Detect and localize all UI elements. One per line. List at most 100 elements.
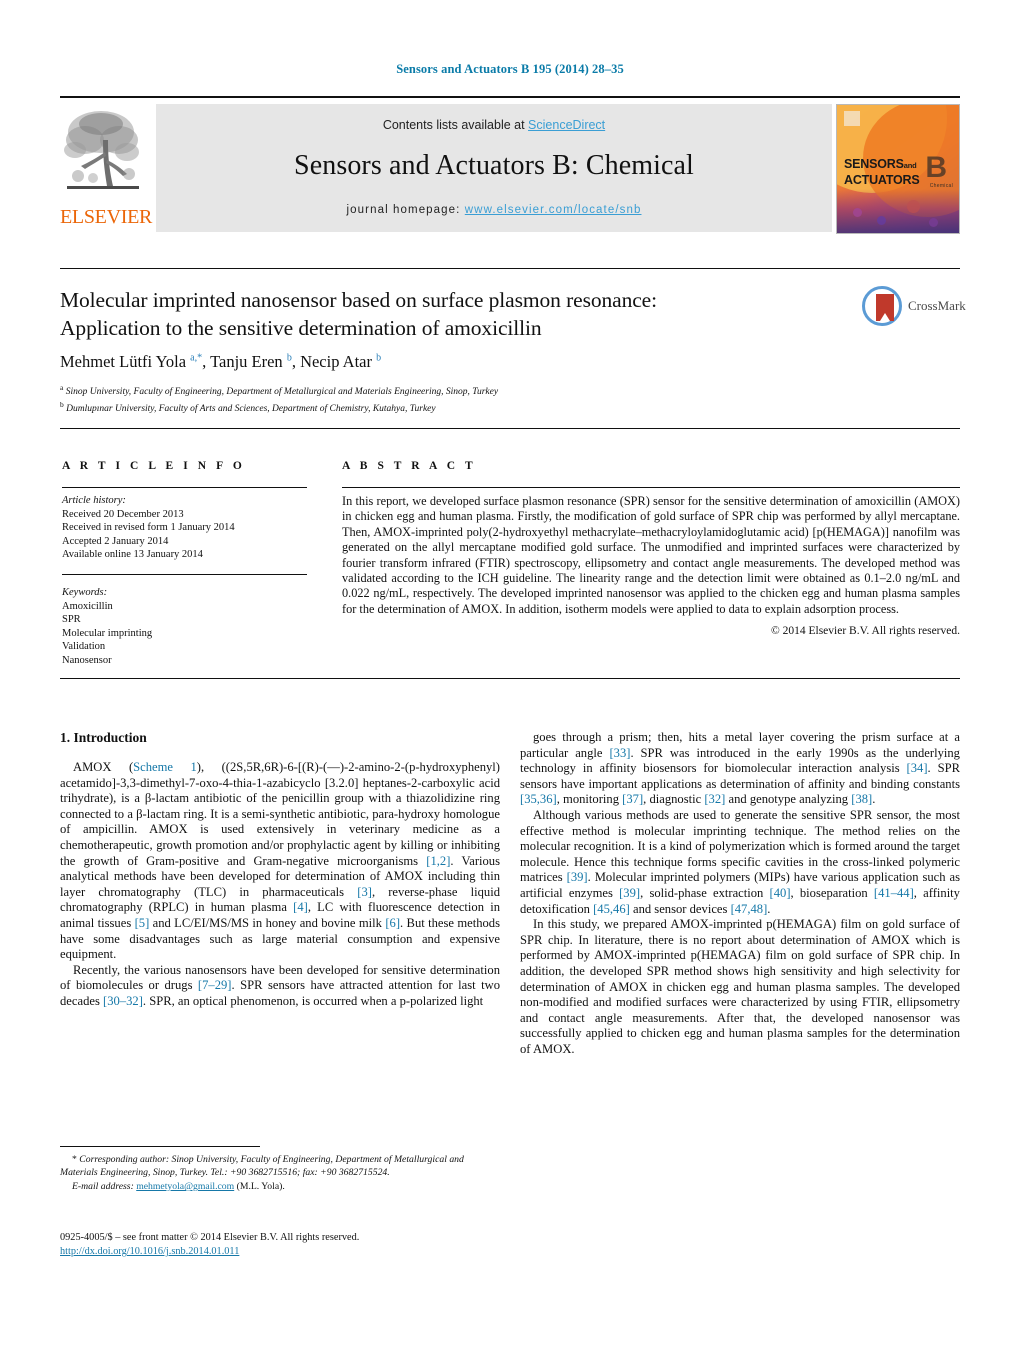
masthead-band: Contents lists available at ScienceDirec…	[156, 104, 832, 232]
citation-ref[interactable]: [5]	[135, 916, 150, 930]
cover-volume-subtitle: Chemical	[929, 183, 953, 189]
citation-ref[interactable]: [38]	[851, 792, 872, 806]
abstract-body: In this report, we developed surface pla…	[342, 494, 960, 640]
citation-ref[interactable]: [40]	[770, 886, 791, 900]
citation-ref[interactable]: [39]	[567, 870, 588, 884]
citation-ref[interactable]: [32]	[704, 792, 725, 806]
body-column-right: goes through a prism; then, hits a metal…	[520, 730, 960, 1057]
issn-copyright-block: 0925-4005/$ – see front matter © 2014 El…	[60, 1231, 520, 1259]
abstract-heading: A B S T R A C T	[342, 460, 477, 472]
body-column-left: 1. Introduction AMOX (Scheme 1), ((2S,5R…	[60, 730, 500, 1010]
journal-cover-thumbnail[interactable]: SENSORSand ACTUATORS B Chemical	[836, 104, 960, 234]
corresponding-label: Corresponding author:	[79, 1154, 170, 1165]
corresponding-marker: *	[72, 1154, 77, 1165]
paragraph: In this study, we prepared AMOX-imprinte…	[520, 917, 960, 1056]
article-history-item: Available online 13 January 2014	[62, 549, 203, 561]
citation-ref[interactable]: [37]	[622, 792, 643, 806]
abstract-copyright: © 2014 Elsevier B.V. All rights reserved…	[771, 625, 960, 638]
keywords-label: Keywords:	[62, 586, 108, 598]
corresponding-author-line: * Corresponding author: Sinop University…	[60, 1154, 500, 1179]
doi-link[interactable]: http://dx.doi.org/10.1016/j.snb.2014.01.…	[60, 1246, 239, 1257]
citation-ref[interactable]: [30–32]	[103, 994, 143, 1008]
citation-ref[interactable]: [4]	[293, 900, 308, 914]
article-info-heading: A R T I C L E I N F O	[62, 460, 246, 472]
keyword-item: SPR	[62, 614, 81, 626]
cover-spark-3	[907, 200, 920, 213]
citation-ref[interactable]: [33]	[609, 746, 630, 760]
journal-homepage-link[interactable]: www.elsevier.com/locate/snb	[465, 204, 642, 216]
page-title: Molecular imprinted nanosensor based on …	[60, 288, 657, 340]
email-owner: (M.L. Yola).	[236, 1181, 285, 1193]
citation-ref[interactable]: [6]	[385, 916, 400, 930]
running-head: Sensors and Actuators B 195 (2014) 28–35	[396, 62, 624, 76]
citation-ref[interactable]: [34]	[907, 761, 928, 775]
citation-ref[interactable]: [35,36]	[520, 792, 557, 806]
email-label: E-mail address:	[72, 1181, 134, 1193]
citation-ref[interactable]: [41–44]	[874, 886, 914, 900]
cover-elsevier-mark	[844, 111, 860, 126]
elsevier-logo: ELSEVIER	[60, 106, 153, 232]
citation-ref[interactable]: [45,46]	[593, 902, 630, 916]
article-history-item: Received 20 December 2013	[62, 508, 184, 520]
cover-journal-name: SENSORSand ACTUATORS	[844, 157, 920, 187]
article-history-item: Received in revised form 1 January 2014	[62, 522, 235, 534]
citation-ref[interactable]: [39]	[619, 886, 640, 900]
crossmark-book-shape	[876, 294, 894, 321]
contents-lists-prefix: Contents lists available at	[382, 118, 529, 132]
email-line: E-mail address: mehmetyola@gmail.com (M.…	[60, 1181, 500, 1194]
article-info-rule	[62, 487, 307, 488]
abstract-text: In this report, we developed surface pla…	[342, 494, 960, 616]
elsevier-wordmark: ELSEVIER	[60, 206, 153, 228]
crossmark-label: CrossMark	[908, 298, 966, 313]
elsevier-tree-icon	[63, 106, 143, 202]
article-history-label: Article history:	[62, 495, 126, 506]
paragraph: goes through a prism; then, hits a metal…	[520, 730, 960, 807]
keyword-item: Nanosensor	[62, 654, 112, 666]
paragraph: Recently, the various nanosensors have b…	[60, 962, 500, 1008]
sciencedirect-link[interactable]: ScienceDirect	[528, 118, 605, 132]
corresponding-author-footnote: * Corresponding author: Sinop University…	[60, 1154, 500, 1194]
paragraph: Although various methods are used to gen…	[520, 807, 960, 916]
journal-masthead: ELSEVIER Contents lists available at Sci…	[60, 96, 960, 234]
affiliation-a: a Sinop University, Faculty of Engineeri…	[60, 383, 499, 398]
cover-spark-1	[853, 208, 862, 217]
paragraph: AMOX (Scheme 1), ((2S,5R,6R)-6-[(R)-(—)-…	[60, 760, 501, 962]
citation-ref[interactable]: [3]	[357, 885, 372, 899]
cover-volume-letter: B	[925, 151, 947, 184]
crossmark-icon	[862, 286, 902, 326]
keywords-list: Amoxicillin SPR Molecular imprinting Valida…	[62, 600, 307, 668]
abstract-rule	[342, 487, 960, 488]
affiliation-list: a Sinop University, Faculty of Engineeri…	[60, 382, 860, 415]
abstract-section-top-rule	[60, 428, 960, 429]
section-heading-introduction: 1. Introduction	[60, 730, 147, 745]
citation-ref[interactable]: [47,48]	[731, 902, 768, 916]
keyword-item: Amoxicillin	[62, 600, 113, 612]
issn-line: 0925-4005/$ – see front matter © 2014 El…	[60, 1232, 360, 1243]
citation-ref[interactable]: [1,2]	[426, 854, 450, 868]
affiliation-b: b Dumlupınar University, Faculty of Arts…	[60, 399, 436, 414]
keyword-item: Molecular imprinting	[62, 627, 153, 639]
keyword-item: Validation	[62, 641, 106, 653]
crossmark-badge[interactable]: CrossMark	[862, 286, 966, 330]
cover-line-1: SENSORS	[844, 157, 904, 171]
article-info-column: Article history: Received 20 December 20…	[62, 494, 312, 668]
journal-homepage-label: journal homepage:	[346, 204, 465, 216]
contents-lists-line: Contents lists available at ScienceDirec…	[156, 118, 832, 132]
article-history-list: Received 20 December 2013 Received in rev…	[62, 508, 312, 562]
cover-spark-2	[877, 216, 886, 225]
cover-line-2: ACTUATORS	[844, 173, 920, 187]
cover-spark-4	[929, 218, 938, 227]
journal-article-page: Sensors and Actuators B 195 (2014) 28–35	[0, 0, 1020, 1351]
footnote-rule	[60, 1146, 260, 1147]
citation-ref[interactable]: [7–29]	[198, 978, 232, 992]
abstract-section-bottom-rule	[60, 678, 960, 679]
journal-homepage-line: journal homepage: www.elsevier.com/locat…	[156, 204, 832, 216]
title-divider	[60, 268, 960, 269]
scheme-link[interactable]: Scheme 1	[133, 760, 197, 774]
author-list: Mehmet Lütfi Yola a,*, Tanju Eren b, Nec…	[60, 352, 382, 371]
email-link[interactable]: mehmetyola@gmail.com	[136, 1181, 234, 1192]
keywords-block: Keywords: Amoxicillin SPR Molecular imprin…	[62, 573, 307, 668]
cover-and: and	[903, 161, 917, 170]
article-history-item: Accepted 2 January 2014	[62, 535, 169, 547]
journal-title: Sensors and Actuators B: Chemical	[294, 150, 694, 181]
